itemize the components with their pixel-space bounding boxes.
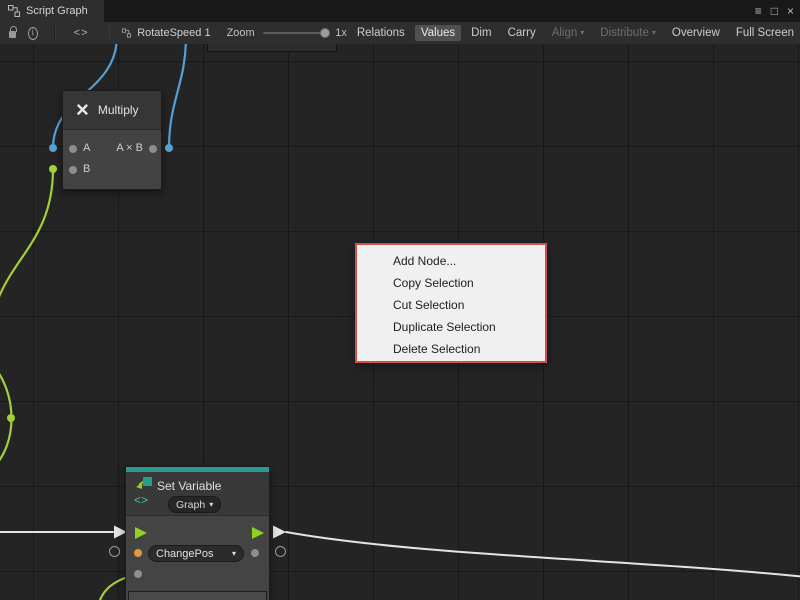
- full-screen-button[interactable]: Full Screen: [730, 25, 800, 41]
- zoom-value: 1x: [335, 27, 347, 39]
- value-output-port[interactable]: [251, 549, 259, 557]
- svg-text:<>: <>: [134, 493, 148, 507]
- wire-white-flow-out: [286, 532, 800, 577]
- distribute-button[interactable]: Distribute ▾: [594, 25, 662, 41]
- unconnected-port-ring-left[interactable]: [109, 546, 120, 557]
- tab-script-graph[interactable]: Script Graph: [0, 0, 104, 22]
- window-menu-icon[interactable]: ≡: [755, 0, 762, 22]
- port-output-label: A × B: [116, 142, 143, 154]
- wire-endpoint-blue-a[interactable]: [49, 144, 57, 152]
- lock-icon[interactable]: [9, 31, 16, 38]
- zoom-slider-track: [263, 32, 329, 34]
- zoom-slider-knob[interactable]: [320, 28, 330, 38]
- dim-button[interactable]: Dim: [465, 25, 497, 41]
- port-b-input[interactable]: [69, 166, 77, 174]
- flow-input-port[interactable]: [135, 527, 147, 539]
- value-input-port[interactable]: [134, 549, 142, 557]
- carry-button[interactable]: Carry: [502, 25, 542, 41]
- relations-button[interactable]: Relations: [351, 25, 411, 41]
- menu-item-delete-selection[interactable]: Delete Selection: [357, 338, 545, 360]
- info-icon[interactable]: [28, 27, 38, 40]
- wire-endpoint-green-b[interactable]: [49, 165, 57, 173]
- variable-scope-dropdown[interactable]: Graph ▾: [168, 496, 221, 513]
- unconnected-port-ring-right[interactable]: [275, 546, 286, 557]
- graph-breadcrumb[interactable]: RotateSpeed 1: [137, 27, 210, 39]
- partial-node[interactable]: [207, 44, 337, 52]
- toolbar-divider: [54, 26, 56, 40]
- set-variable-icon: <>: [134, 476, 154, 510]
- node-multiply[interactable]: × Multiply A A × B B: [62, 90, 162, 190]
- overview-button[interactable]: Overview: [666, 25, 726, 41]
- menu-item-cut-selection[interactable]: Cut Selection: [357, 294, 545, 316]
- align-button[interactable]: Align ▾: [546, 25, 591, 41]
- port-a-input[interactable]: [69, 145, 77, 153]
- fallback-input-port[interactable]: [134, 570, 142, 578]
- menu-item-duplicate-selection[interactable]: Duplicate Selection: [357, 316, 545, 338]
- wire-blue-output: [169, 44, 186, 148]
- flow-output-port[interactable]: [252, 527, 264, 539]
- window-tab-bar: Script Graph ≡ □ ×: [0, 0, 800, 22]
- graph-toolbar: <> RotateSpeed 1 Zoom 1x Relations Value…: [0, 22, 800, 45]
- node-set-variable-header[interactable]: <> Set Variable Graph ▾: [126, 472, 269, 516]
- chevron-down-icon: ▾: [209, 501, 213, 509]
- zoom-slider[interactable]: [263, 27, 329, 39]
- node-title: Multiply: [98, 103, 139, 117]
- wire-green-b: [0, 169, 53, 344]
- toolbar-divider: [109, 26, 111, 40]
- zoom-label: Zoom: [227, 27, 255, 39]
- context-menu: Add Node... Copy Selection Cut Selection…: [355, 243, 547, 363]
- flow-arrow-out-icon: [273, 526, 286, 539]
- window-controls: ≡ □ ×: [755, 0, 794, 22]
- code-icon[interactable]: <>: [74, 27, 89, 39]
- script-graph-icon: [8, 5, 20, 17]
- menu-item-copy-selection[interactable]: Copy Selection: [357, 272, 545, 294]
- close-icon[interactable]: ×: [787, 0, 794, 22]
- tab-title: Script Graph: [26, 5, 88, 17]
- maximize-icon[interactable]: □: [771, 0, 778, 22]
- node-multiply-header[interactable]: × Multiply: [63, 91, 161, 130]
- multiply-icon: ×: [76, 99, 89, 121]
- wire-endpoint-blue-out[interactable]: [165, 144, 173, 152]
- graph-nodes-icon: [122, 27, 131, 39]
- variable-name-dropdown[interactable]: ChangePos ▾: [148, 545, 244, 562]
- wire-endpoint-green-left[interactable]: [7, 414, 15, 422]
- port-b-label: B: [83, 163, 90, 175]
- wire-green-bottom: [100, 577, 128, 600]
- chevron-down-icon: ▾: [652, 29, 656, 37]
- menu-item-add-node[interactable]: Add Node...: [357, 250, 545, 272]
- port-a-label: A: [83, 142, 90, 154]
- chevron-down-icon: ▾: [580, 29, 584, 37]
- port-output[interactable]: [149, 145, 157, 153]
- graph-canvas[interactable]: × Multiply A A × B B <> Set Variable Gra…: [0, 44, 800, 600]
- node-title: Set Variable: [157, 479, 221, 493]
- chevron-down-icon: ▾: [232, 550, 236, 558]
- values-button[interactable]: Values: [415, 25, 461, 41]
- node-footer-section: [128, 591, 267, 600]
- node-set-variable[interactable]: <> Set Variable Graph ▾ ChangePos ▾: [125, 466, 270, 600]
